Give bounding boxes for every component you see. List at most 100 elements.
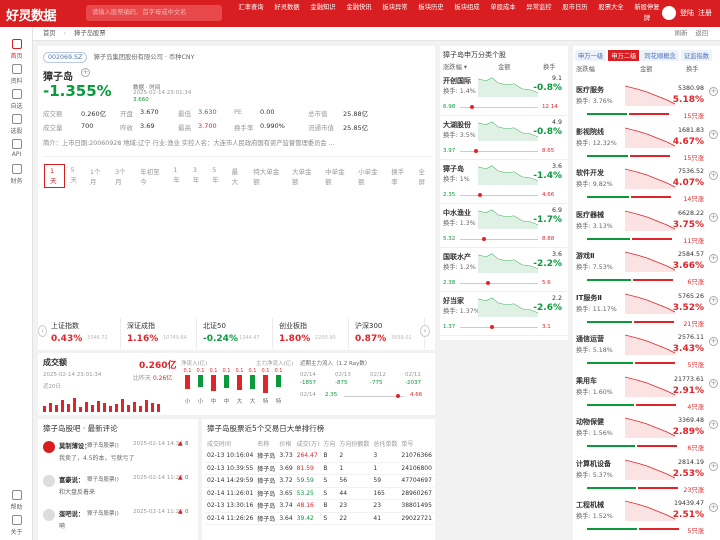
nav-item-8[interactable]: 异常监控: [524, 2, 554, 13]
table-row[interactable]: 02-13 10:39:55 獐子岛 3.69 81.59 B 1 1 24106800: [205, 462, 434, 475]
add-icon[interactable]: +: [709, 461, 718, 471]
industry-item[interactable]: 动物保健 换手: 1.56% 3369.48 2.89% 6只涨 +: [573, 414, 720, 455]
range-max: 4.66: [542, 192, 555, 198]
volume-bar: [91, 405, 94, 412]
table-row[interactable]: 02-13 10:16:04 獐子岛 3.73 264.47 B 2 3 21076366: [205, 450, 434, 462]
index-card[interactable]: 上证指数 0.43% 3346.72: [45, 318, 121, 348]
sidebar-item-3[interactable]: 选股: [0, 114, 33, 135]
industry-item[interactable]: 工程机械 换手: 1.52% 19439.47 2.51% 5只涨 +: [573, 497, 720, 538]
industry-tab-1[interactable]: 申万二级: [608, 50, 640, 61]
add-icon[interactable]: +: [709, 420, 718, 429]
nav-item-5[interactable]: 板块历史: [416, 2, 446, 13]
like-icon[interactable]: ▲: [178, 474, 183, 481]
ind-col-amount[interactable]: 金额: [640, 64, 653, 73]
field-value: 0.00: [260, 108, 275, 116]
table-row[interactable]: 02-14 11:26:01 獐子岛 3.65 53.25 S 44 165 28960267: [205, 487, 434, 500]
add-icon[interactable]: +: [709, 87, 718, 96]
add-icon[interactable]: +: [709, 503, 718, 512]
like-icon[interactable]: ▲: [178, 440, 183, 447]
industry-item[interactable]: 乘用车 换手: 1.60% 21773.61 2.91% 4只涨 +: [573, 373, 720, 414]
sidebar-item-4[interactable]: API: [0, 139, 33, 158]
industry-name: 动物保健: [576, 418, 604, 426]
comment-item[interactable]: 富豪说： 獐子岛股票() 2025-02-14 11:27 ▲ 0 和大盘反着来: [41, 473, 196, 503]
nav-item-9[interactable]: 股市日历: [560, 2, 590, 13]
nav-item-2[interactable]: 金融知识: [308, 2, 338, 13]
add-icon[interactable]: +: [709, 129, 718, 139]
industry-item[interactable]: 医疗服务 换手: 3.76% 5380.98 5.18% 15只涨 +: [573, 82, 720, 123]
industry-tab-2[interactable]: 同花顺概念: [641, 50, 679, 61]
search-input[interactable]: 请输入股票编码、首字母或中文名: [86, 5, 222, 21]
fish-stock[interactable]: 大湖股份 换手: 3.5% 4.9 -0.8% 3.97 8.65: [440, 116, 567, 160]
fish-stock[interactable]: 开创国际 换手: 1.4% 9.1 -0.8% 6.98 12.14: [440, 72, 567, 116]
industry-item[interactable]: 医疗器械 换手: 3.13% 6628.22 3.75% 11只涨 +: [573, 207, 720, 248]
sidebar-item-2[interactable]: 自选: [0, 89, 33, 110]
nav-item-3[interactable]: 金融快讯: [344, 2, 374, 13]
fish-name: 国联水产: [443, 253, 471, 261]
sidebar-item-1[interactable]: 资料: [0, 64, 33, 85]
table-row[interactable]: 02-14 14:29:59 獐子岛 3.72 59.59 S 56 59 47704697: [205, 475, 434, 487]
sidebar-item-7[interactable]: 关于: [0, 515, 33, 536]
login-link[interactable]: 登陆: [680, 6, 694, 20]
comment-item[interactable]: 蛋吧说： 獐子岛股票() 2025-02-14 11:26 ▲ 0 嗬: [41, 507, 196, 537]
fish-stock[interactable]: 国联水产 换手: 1.2% 3.6 -2.2% 2.38 5.6: [440, 248, 567, 292]
prev-arrow-icon[interactable]: ‹: [38, 325, 47, 337]
app-logo[interactable]: 好灵数据: [6, 5, 57, 24]
table-cell: 02-13 13:30:16: [207, 502, 254, 510]
industry-tab-3[interactable]: 证监指数: [680, 50, 713, 61]
industry-item[interactable]: 游戏Ⅱ 换手: 7.53% 2584.57 3.66% 6只涨 +: [573, 248, 720, 289]
register-link[interactable]: 注册: [698, 6, 712, 20]
add-icon[interactable]: +: [709, 212, 718, 222]
comment-item[interactable]: 莫制薄设： 獐子岛股票() 2025-02-14 14:34 ▲ 8 我卖了，4.5的本，…: [41, 439, 196, 469]
index-card[interactable]: 沪深300 0.87% 3939.01: [349, 318, 425, 348]
fish-title: 獐子岛申万分类个股: [443, 51, 506, 59]
ind-col-turnover[interactable]: 换手: [686, 64, 699, 73]
sidebar-label: 首页: [10, 53, 23, 60]
index-card[interactable]: 创业板指 1.80% 2200.90: [273, 318, 349, 348]
col-change[interactable]: 涨跌幅 ▾: [443, 62, 467, 71]
add-icon[interactable]: +: [709, 337, 718, 346]
industry-tab-0[interactable]: 申万一级: [575, 50, 607, 61]
next-arrow-icon[interactable]: ›: [420, 325, 430, 337]
fish-stock[interactable]: 中水渔业 换手: 1.3% 6.9 -1.7% 5.32 8.88: [440, 204, 567, 248]
nav-item-7[interactable]: 单股成本: [488, 2, 518, 13]
sidebar-item-0[interactable]: 首页: [0, 39, 33, 60]
back-button[interactable]: 返回: [695, 30, 708, 37]
nav-item-0[interactable]: 汇率查询: [236, 2, 266, 13]
breadcrumb-home[interactable]: 首页: [43, 30, 56, 37]
add-watch-icon[interactable]: +: [81, 68, 90, 77]
industry-item[interactable]: 软件开发 换手: 9.82% 7536.52 4.07% 14只涨 +: [573, 165, 720, 206]
nav-item-6[interactable]: 板块组成: [452, 2, 482, 13]
sidebar-item-5[interactable]: 财务: [0, 164, 33, 185]
add-icon[interactable]: +: [709, 295, 718, 305]
table-cell: 38801495: [401, 502, 432, 510]
industry-item[interactable]: IT服务Ⅱ 换手: 11.17% 5765.26 3.52% 21只涨 +: [573, 290, 720, 331]
col-amount[interactable]: 金额: [498, 62, 511, 71]
nav-item-10[interactable]: 股票大全: [596, 2, 626, 13]
nav-item-1[interactable]: 好灵数据: [272, 2, 302, 13]
svg-text:小: 小: [198, 397, 204, 405]
trades-panel: 獐子岛股票近5个交易日大单排行榜 成交时间 名称 价格 成交(万) 方向 方向份额数 总托单…: [202, 419, 435, 540]
nav-item-4[interactable]: 板块异常: [380, 2, 410, 13]
table-row[interactable]: 02-13 13:30:16 獐子岛 3.74 48.16 B 23 23 38801495: [205, 500, 434, 512]
table-cell: B: [323, 502, 328, 510]
nav-item-11[interactable]: 新股停复牌: [632, 2, 662, 24]
like-icon[interactable]: ▲: [178, 508, 183, 515]
avatar[interactable]: [662, 6, 676, 20]
sidebar-item-6[interactable]: 帮助: [0, 490, 33, 511]
industry-item[interactable]: 影视院线 换手: 12.32% 1681.83 4.67% 15只涨 +: [573, 124, 720, 165]
add-icon[interactable]: +: [709, 378, 718, 388]
ind-col-change[interactable]: 涨跌幅: [576, 64, 595, 73]
fish-stock[interactable]: 獐子岛 换手: 1% 3.6 -1.4% 2.35 4.66: [440, 160, 567, 204]
add-icon[interactable]: +: [709, 254, 718, 263]
field-key: 最低: [178, 110, 191, 118]
index-card[interactable]: 北证50 -0.24% 1344.47: [197, 318, 273, 348]
industry-item[interactable]: 计算机设备 换手: 5.37% 2814.19 2.53% 23只涨 +: [573, 456, 720, 497]
add-icon[interactable]: +: [709, 171, 718, 180]
index-card[interactable]: 深证成指 1.16% 10749.64: [121, 318, 197, 348]
fish-stock[interactable]: 好当家 换手: 1.37% 2.2 -2.6% 1.37 3.1: [440, 292, 567, 336]
refresh-button[interactable]: 刷新: [675, 30, 688, 37]
col-turnover[interactable]: 换手: [543, 62, 556, 71]
industry-item[interactable]: 通信运营 换手: 5.18% 2576.11 3.43% 5只涨 +: [573, 331, 720, 372]
table-row[interactable]: 02-14 11:26:26 獐子岛 3.64 39.42 S 22 41 29022721: [205, 512, 434, 525]
table-cell: 29022721: [401, 514, 432, 522]
